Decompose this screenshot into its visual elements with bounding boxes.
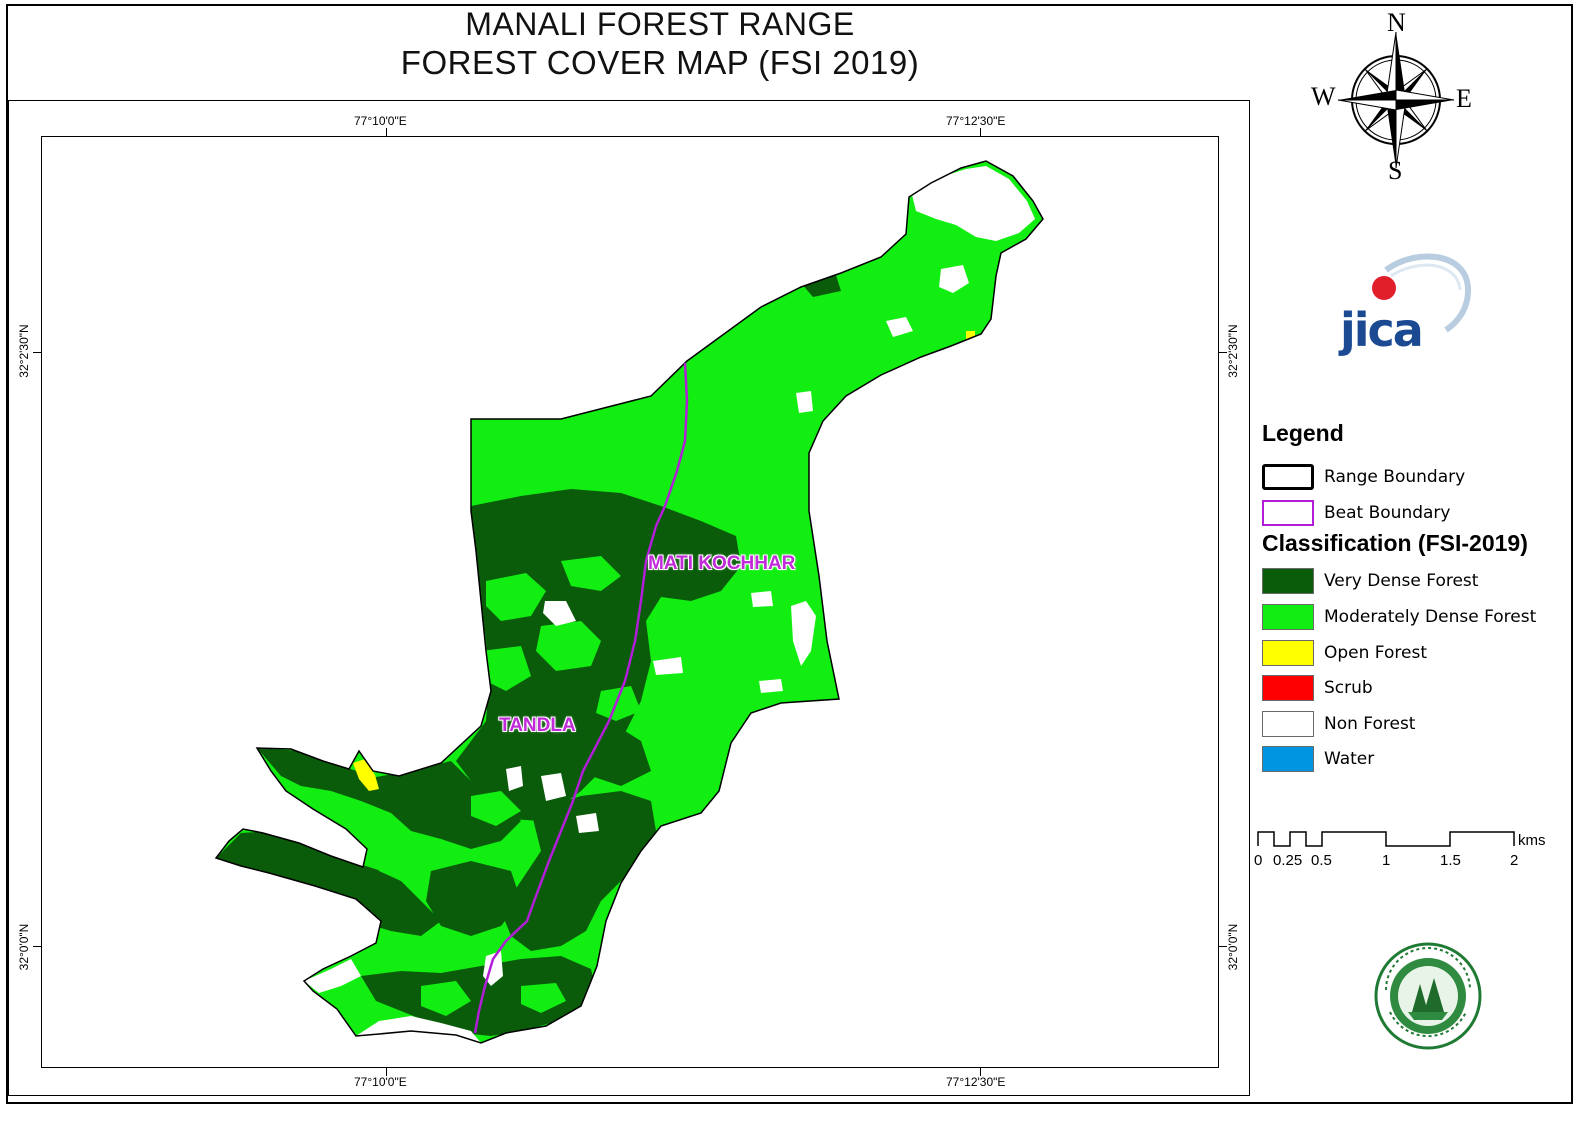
legend-label: Range Boundary bbox=[1324, 467, 1466, 487]
graticule-tick bbox=[33, 946, 41, 947]
north-arrow-compass: N S E W bbox=[1308, 8, 1488, 188]
legend-title: Legend bbox=[1262, 420, 1344, 446]
svg-text:jica: jica bbox=[1338, 303, 1422, 357]
graticule-tick bbox=[386, 1068, 387, 1076]
scale-bar: kms 0 0.25 0.5 1 1.5 2 bbox=[1250, 820, 1560, 880]
graticule-tick bbox=[980, 128, 981, 136]
scale-unit: kms bbox=[1518, 832, 1546, 849]
legend-label: Very Dense Forest bbox=[1324, 571, 1479, 591]
scale-bar-graphic bbox=[1257, 831, 1515, 847]
forest-cover-map bbox=[214, 160, 1044, 1044]
compass-w: W bbox=[1311, 82, 1336, 111]
forest-department-seal bbox=[1372, 940, 1484, 1052]
legend-item-moderately-dense-forest: Moderately Dense Forest bbox=[1262, 602, 1536, 632]
map-title-line1: MANALI FOREST RANGE bbox=[465, 6, 855, 42]
compass-n: N bbox=[1387, 8, 1406, 37]
legend-label: Scrub bbox=[1324, 678, 1373, 698]
jica-logo: jica bbox=[1336, 248, 1476, 360]
legend-item-non-forest: Non Forest bbox=[1262, 709, 1415, 739]
scale-tick-label: 0.25 bbox=[1273, 852, 1303, 869]
legend-item-very-dense-forest: Very Dense Forest bbox=[1262, 566, 1478, 596]
graticule-tick bbox=[386, 128, 387, 136]
graticule-tick bbox=[1219, 352, 1227, 353]
legend-item-beat-boundary: Beat Boundary bbox=[1262, 498, 1450, 528]
graticule-left-upper: 32°2'30"N bbox=[17, 324, 31, 378]
map-title-line2: FOREST COVER MAP (FSI 2019) bbox=[400, 44, 920, 81]
legend-item-water: Water bbox=[1262, 744, 1374, 774]
beat-label-mati-kochhar: MATI KOCHHAR bbox=[648, 553, 796, 574]
legend-item-open-forest: Open Forest bbox=[1262, 638, 1427, 668]
non-forest-swatch bbox=[1262, 711, 1314, 737]
graticule-bottom-left: 77°10'0"E bbox=[354, 1075, 407, 1089]
legend-item-scrub: Scrub bbox=[1262, 673, 1373, 703]
graticule-right-lower: 32°0'0"N bbox=[1226, 923, 1240, 971]
forest-seal-icon bbox=[1374, 942, 1482, 1050]
graticule-right-upper: 32°2'30"N bbox=[1226, 324, 1240, 378]
jica-logo-icon: jica bbox=[1338, 253, 1472, 357]
water-swatch bbox=[1262, 746, 1314, 772]
graticule-tick bbox=[33, 352, 41, 353]
legend-item-range-boundary: Range Boundary bbox=[1262, 462, 1465, 492]
graticule-top-left: 77°10'0"E bbox=[354, 114, 407, 128]
scale-tick-label: 1 bbox=[1382, 852, 1391, 869]
graticule-tick bbox=[980, 1068, 981, 1076]
legend-label: Water bbox=[1324, 749, 1375, 769]
open-forest-swatch bbox=[1262, 640, 1314, 666]
graticule-left-lower: 32°0'0"N bbox=[17, 923, 31, 971]
map-data-frame[interactable] bbox=[41, 136, 1219, 1068]
beat-boundary-swatch bbox=[1262, 500, 1314, 526]
legend-label: Open Forest bbox=[1324, 643, 1427, 663]
graticule-bottom-right: 77°12'30"E bbox=[946, 1075, 1006, 1089]
scale-tick-label: 0.5 bbox=[1311, 852, 1332, 869]
scale-tick-label: 2 bbox=[1510, 852, 1519, 869]
graticule-tick bbox=[1219, 946, 1227, 947]
classification-title: Classification (FSI-2019) bbox=[1262, 530, 1528, 556]
moderately-dense-forest-swatch bbox=[1262, 604, 1314, 630]
scrub-swatch bbox=[1262, 675, 1314, 701]
compass-s: S bbox=[1388, 156, 1403, 185]
scale-tick-label: 1.5 bbox=[1440, 852, 1461, 869]
legend-label: Beat Boundary bbox=[1324, 503, 1451, 523]
range-boundary-swatch bbox=[1262, 464, 1314, 490]
compass-e: E bbox=[1456, 84, 1472, 113]
legend-label: Non Forest bbox=[1324, 714, 1416, 734]
scale-tick-label: 0 bbox=[1254, 852, 1263, 869]
legend-label: Moderately Dense Forest bbox=[1324, 607, 1537, 627]
very-dense-forest-swatch bbox=[1262, 568, 1314, 594]
beat-label-tandla: TANDLA bbox=[499, 715, 576, 736]
graticule-top-right: 77°12'30"E bbox=[946, 114, 1006, 128]
